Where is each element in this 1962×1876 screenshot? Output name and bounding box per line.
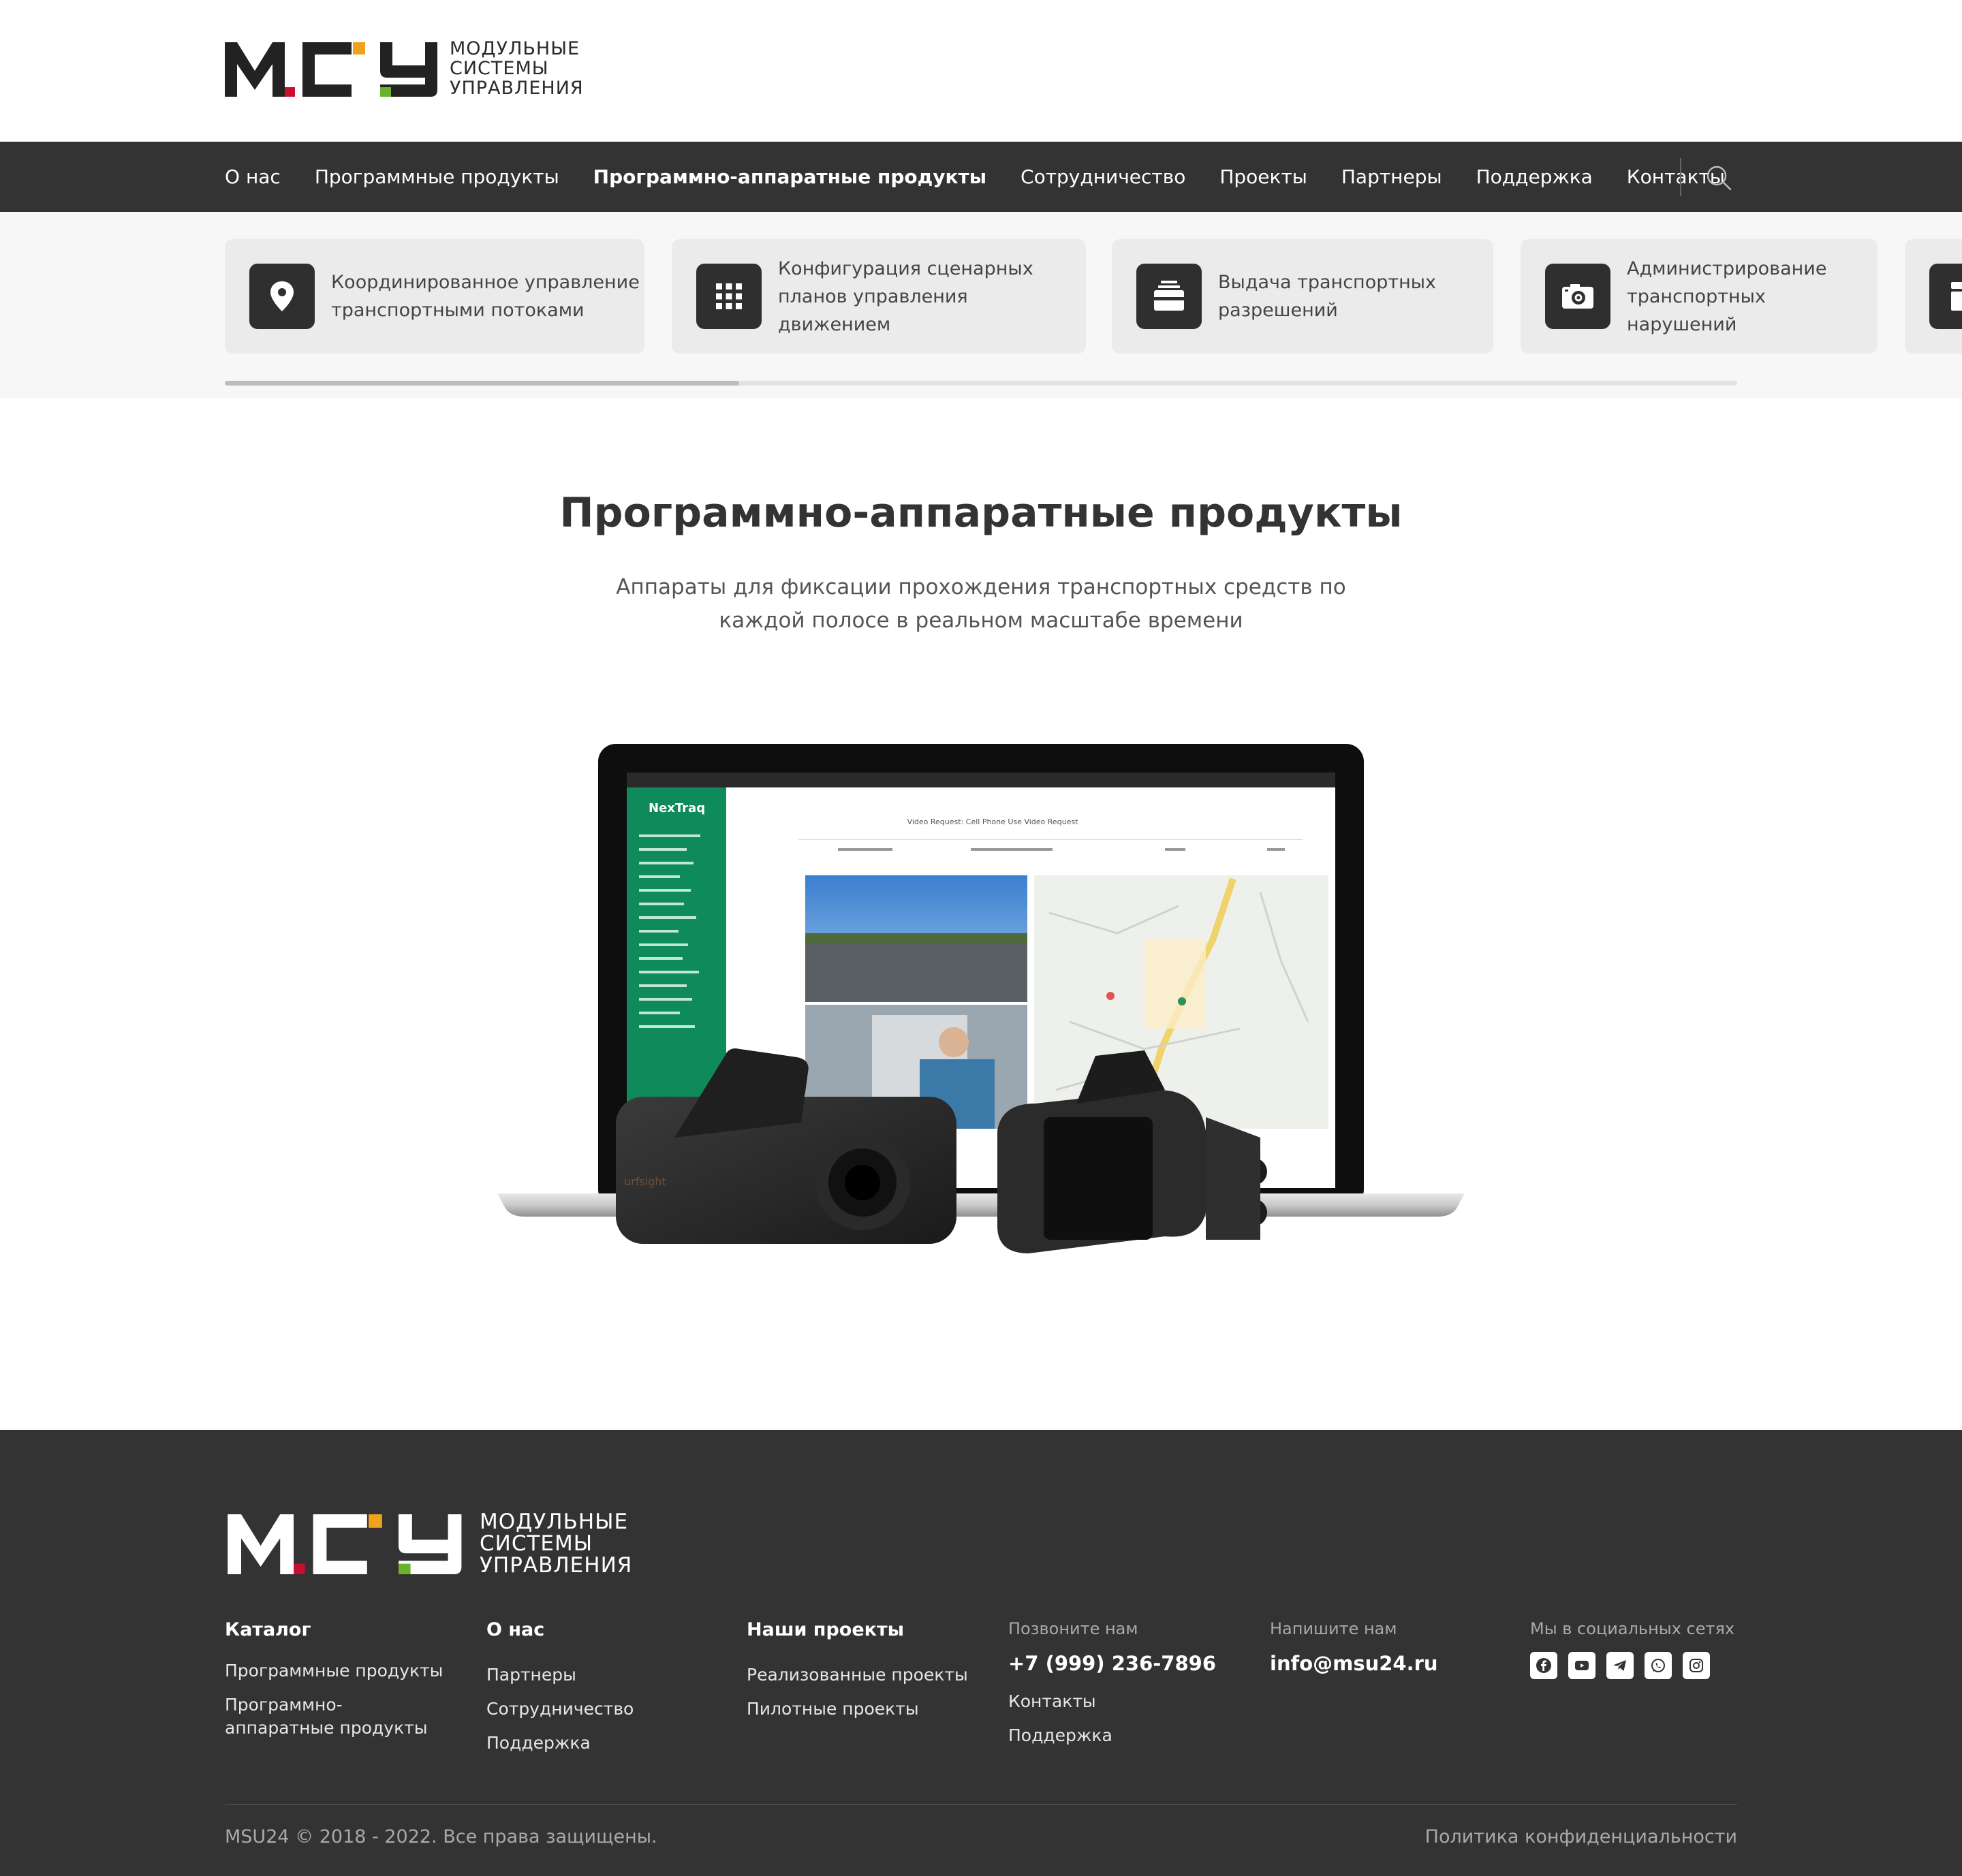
category-card-partial[interactable] [1905,239,1962,354]
footer-heading: О нас [486,1619,545,1640]
logo-text: МОДУЛЬНЫЕ СИСТЕМЫ УПРАВЛЕНИЯ [480,1512,632,1577]
msu-logo-mark [228,1514,462,1574]
social-icons [1530,1652,1741,1679]
footer-link[interactable]: Программно-аппаратные продукты [225,1693,429,1740]
logo-line: УПРАВЛЕНИЯ [450,78,584,99]
laptop-app-brand: NexTraq [649,801,705,815]
slider-scrollbar[interactable] [225,381,1737,386]
whatsapp-icon[interactable] [1645,1652,1672,1679]
footer-caption: Мы в социальных сетях [1530,1619,1735,1638]
copyright-text: MSU24 © 2018 - 2022. Все права защищены. [225,1826,657,1847]
category-card-violations[interactable]: Администрирование транспортных нарушений [1521,239,1878,354]
footer-link[interactable]: Поддержка [1008,1724,1240,1747]
laptop-screen-heading: Video Request: Cell Phone Use Video Requ… [907,817,1079,826]
nav-item-support[interactable]: Поддержка [1476,166,1593,188]
facebook-icon[interactable] [1530,1652,1557,1679]
category-slider: Координированное управление транспортным… [0,212,1962,398]
category-card-coordinated-control[interactable]: Координированное управление транспортным… [225,239,644,354]
nav-item-projects[interactable]: Проекты [1219,166,1307,188]
category-card-scenario-plans[interactable]: Конфигурация сценарных планов управления… [672,239,1086,354]
footer-link[interactable]: Сотрудничество [486,1698,718,1721]
logo-line: СИСТЕМЫ [480,1531,593,1556]
logo-text: МОДУЛЬНЫЕ СИСТЕМЫ УПРАВЛЕНИЯ [450,40,584,99]
page-subtitle: Аппараты для фиксации прохождения трансп… [616,575,1346,633]
nav-item-cooperation[interactable]: Сотрудничество [1021,166,1185,188]
category-label: Администрирование транспортных нарушений [1627,257,1827,335]
footer-col-catalog: Каталог Программные продукты Программно-… [225,1619,456,1751]
telegram-icon[interactable] [1606,1652,1634,1679]
footer-link[interactable]: Реализованные проекты [747,1663,992,1687]
partial-card-icon [1929,264,1962,329]
nav-item-partners[interactable]: Партнеры [1341,166,1442,188]
hero-product-image: NexTraq Video Request: Cell Phone Use Vi… [497,744,1465,1253]
main-nav: О нас Программные продукты Программно-ап… [0,142,1962,212]
permit-card-icon [1136,264,1202,329]
header-logo[interactable]: МОДУЛЬНЫЕ СИСТЕМЫ УПРАВЛЕНИЯ [225,40,584,99]
privacy-policy-link[interactable]: Политика конфиденциальности [1425,1826,1737,1847]
footer-heading: Наши проекты [747,1619,905,1640]
logo-line: МОДУЛЬНЫЕ [450,38,580,59]
footer-col-call: Позвоните нам +7 (999) 236-7896 Контакты… [1008,1619,1240,1758]
footer-caption: Позвоните нам [1008,1619,1138,1638]
search-icon[interactable] [1706,165,1732,191]
camera-icon [1545,264,1610,329]
nav-divider [1680,158,1681,196]
footer-caption: Напишите нам [1270,1619,1397,1638]
nav-item-software[interactable]: Программные продукты [315,166,559,188]
footer-col-write: Напишите нам info@msu24.ru [1270,1619,1501,1690]
youtube-icon[interactable] [1568,1652,1595,1679]
logo-line: СИСТЕМЫ [450,58,549,79]
footer-logo[interactable]: МОДУЛЬНЫЕ СИСТЕМЫ УПРАВЛЕНИЯ [225,1512,632,1577]
category-card-permits[interactable]: Выдача транспортных разрешений [1112,239,1493,354]
footer-link[interactable]: Партнеры [486,1663,718,1687]
site-header: МОДУЛЬНЫЕ СИСТЕМЫ УПРАВЛЕНИЯ [0,0,1962,142]
footer-col-projects: Наши проекты Реализованные проекты Пилот… [747,1619,992,1732]
category-label: Выдача транспортных разрешений [1218,272,1437,321]
slider-scroll-thumb[interactable] [225,381,739,386]
footer-col-about: О нас Партнеры Сотрудничество Поддержка [486,1619,718,1766]
footer-link[interactable]: Контакты [1008,1690,1240,1713]
camera-brand: urfsight [624,1175,666,1188]
category-label: Конфигурация сценарных планов управления… [778,257,1033,335]
site-footer: МОДУЛЬНЫЕ СИСТЕМЫ УПРАВЛЕНИЯ Каталог Про… [0,1430,1962,1876]
logo-line: МОДУЛЬНЫЕ [480,1510,629,1534]
nav-item-about[interactable]: О нас [225,166,281,188]
instagram-icon[interactable] [1683,1652,1710,1679]
msu-logo-mark [225,42,437,97]
page-title: Программно-аппаратные продукты [559,489,1403,537]
footer-divider [225,1804,1737,1805]
category-label: Координированное управление транспортным… [331,272,640,321]
nav-items: О нас Программные продукты Программно-ап… [225,142,1759,212]
phone-link[interactable]: +7 (999) 236-7896 [1008,1652,1240,1675]
footer-link[interactable]: Пилотные проекты [747,1698,992,1721]
grid-icon [696,264,762,329]
footer-link[interactable]: Поддержка [486,1732,718,1755]
footer-heading: Каталог [225,1619,311,1640]
location-pin-icon [249,264,315,329]
footer-col-social: Мы в социальных сетях [1530,1619,1741,1679]
logo-line: УПРАВЛЕНИЯ [480,1553,633,1578]
email-link[interactable]: info@msu24.ru [1270,1652,1501,1675]
nav-item-hardware[interactable]: Программно-аппаратные продукты [593,166,986,188]
footer-link[interactable]: Программные продукты [225,1659,456,1683]
